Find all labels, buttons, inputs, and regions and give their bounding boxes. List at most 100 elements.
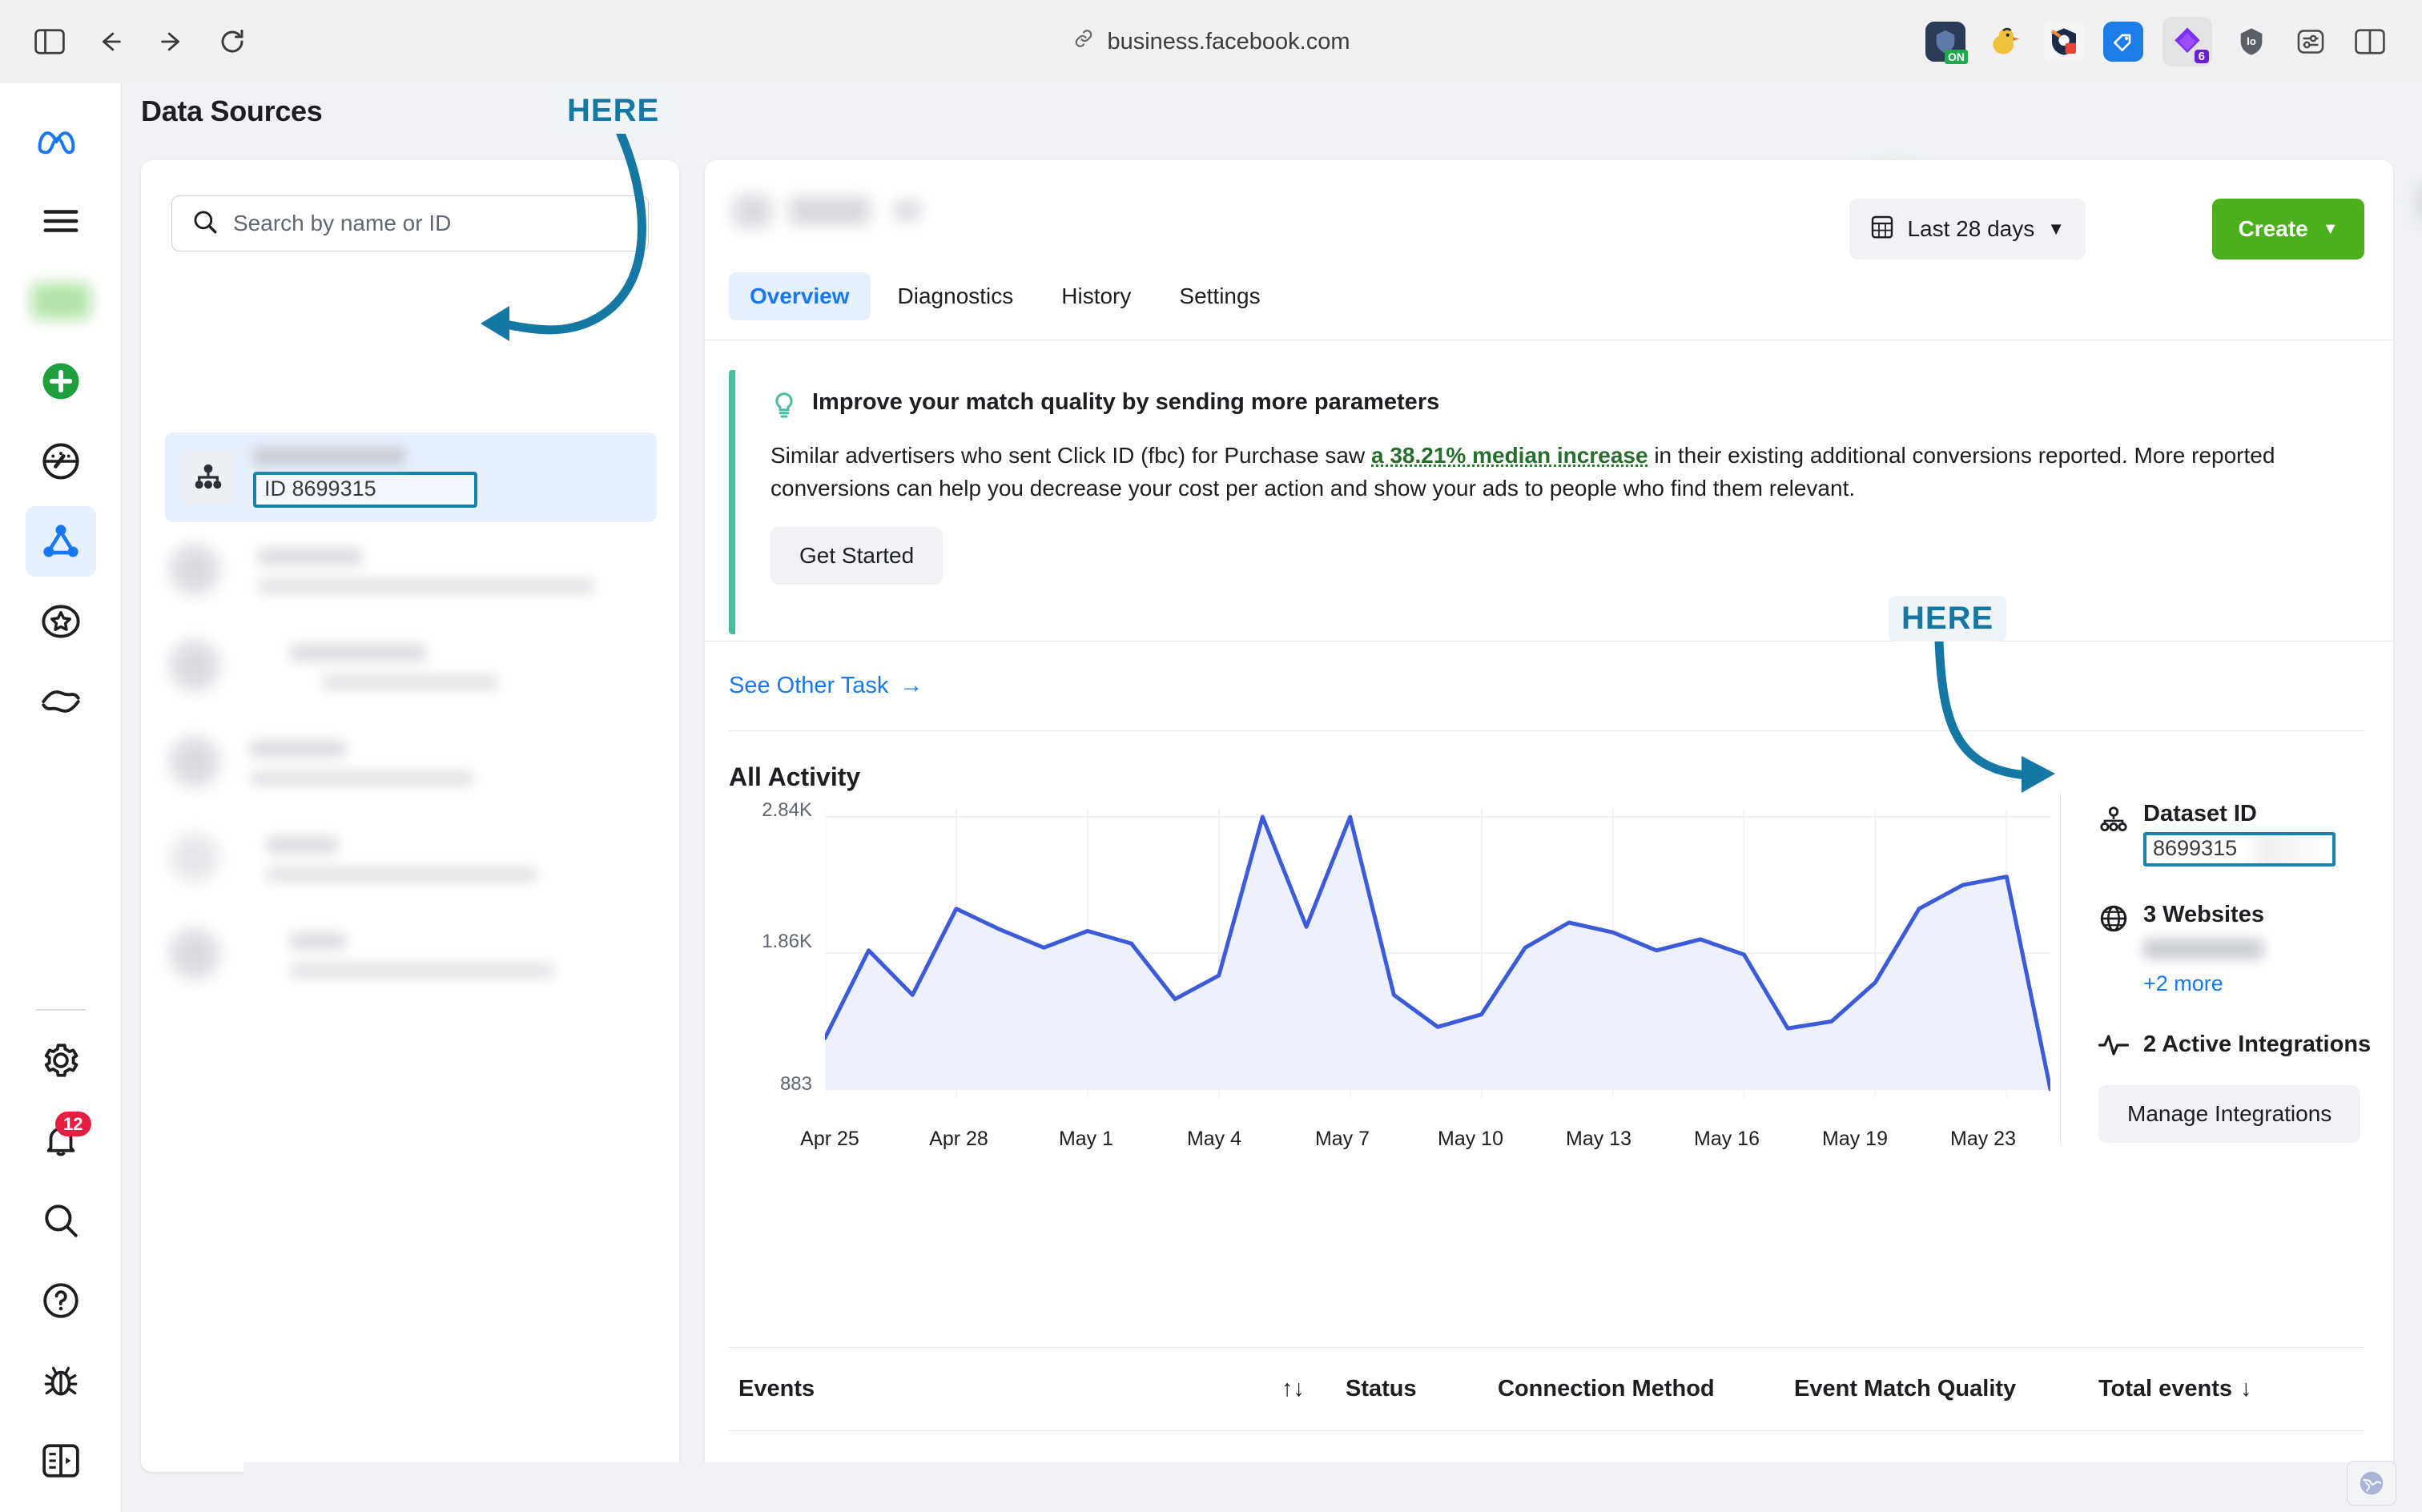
date-range-selector[interactable]: Last 28 days ▼ xyxy=(1849,199,2086,259)
business-avatar[interactable] xyxy=(26,266,96,336)
list-item[interactable] xyxy=(170,737,650,826)
tab-diagnostics[interactable]: Diagnostics xyxy=(877,272,1035,320)
table-header: Events ↑↓ Status Connection Method Event… xyxy=(729,1361,2364,1430)
x-tick-7: May 16 xyxy=(1694,1128,1760,1150)
search-icon[interactable] xyxy=(26,1185,96,1256)
globe-icon xyxy=(2098,903,2129,938)
business-avatar-blur xyxy=(30,283,91,320)
tab-overview[interactable]: Overview xyxy=(729,272,871,320)
list-item[interactable] xyxy=(170,641,650,730)
website-name-blurred xyxy=(2143,939,2263,959)
websites-more-link[interactable]: +2 more xyxy=(2143,971,2264,996)
col-events: Events xyxy=(738,1376,815,1401)
promo-body: Similar advertisers who sent Click ID (f… xyxy=(770,440,2292,505)
get-started-button[interactable]: Get Started xyxy=(770,527,943,585)
privacy-blocker-extension-icon[interactable] xyxy=(2044,22,2084,62)
table-top-divider xyxy=(729,1347,2364,1348)
url-text: business.facebook.com xyxy=(1107,28,1350,54)
split-view-icon[interactable] xyxy=(2350,22,2390,62)
annotation-label-left: HERE xyxy=(554,88,673,134)
grammar-extension-wrapper[interactable]: 6 xyxy=(2162,17,2212,66)
create-button[interactable]: Create ▼ xyxy=(2212,199,2364,259)
search-placeholder: Search by name or ID xyxy=(233,211,452,235)
ads-manager-icon[interactable] xyxy=(26,426,96,497)
annotation-label-right: HERE xyxy=(1889,596,2007,641)
col-connection-method: Connection Method xyxy=(1498,1376,1715,1401)
nordvpn-extension-icon[interactable]: ON xyxy=(1925,22,1968,64)
sort-events-icon[interactable]: ↑↓ xyxy=(1281,1376,1305,1402)
svg-text:lo: lo xyxy=(2247,35,2256,47)
bell-icon[interactable]: 12 xyxy=(26,1105,96,1176)
x-tick-1: Apr 28 xyxy=(929,1128,988,1150)
all-activity-title: All Activity xyxy=(729,762,861,791)
grammar-count-badge: 6 xyxy=(2194,50,2209,63)
menu-hamburger-icon[interactable] xyxy=(26,186,96,256)
reload-icon[interactable] xyxy=(210,19,255,64)
window-bottom-bar xyxy=(243,1461,2422,1512)
activity-chart: 2.84K 1.86K 883 Apr 25 Apr 28 May 1 May … xyxy=(729,799,2050,1150)
list-item[interactable] xyxy=(170,929,650,1019)
activity-pulse-icon xyxy=(2098,1033,2129,1061)
star-icon[interactable] xyxy=(26,586,96,657)
collapse-panel-icon[interactable] xyxy=(26,1426,96,1496)
settings-sliders-extension-icon[interactable] xyxy=(2291,22,2331,62)
link-icon xyxy=(1072,26,1096,57)
dataset-info-column: Dataset ID 8699315 3 Websites +2 more 2 … xyxy=(2098,801,2393,1143)
globe-status-icon[interactable] xyxy=(2347,1461,2396,1506)
dataset-id-inline: ID 8699315 xyxy=(253,471,477,508)
partnerships-icon[interactable] xyxy=(26,666,96,737)
tag-assistant-extension-icon[interactable] xyxy=(2103,22,2143,62)
x-tick-5: May 10 xyxy=(1438,1128,1503,1150)
content-area: Data Sources Search by name or ID ID 869… xyxy=(122,83,2422,1512)
help-icon[interactable] xyxy=(26,1265,96,1336)
forward-icon[interactable] xyxy=(149,19,194,64)
date-range-label: Last 28 days xyxy=(1907,216,2035,241)
nordvpn-on-badge: ON xyxy=(1945,50,1968,64)
back-icon[interactable] xyxy=(88,19,133,64)
tab-history[interactable]: History xyxy=(1040,272,1152,320)
panel-divider xyxy=(2060,793,2061,1145)
sort-total-icon: ↓ xyxy=(2240,1376,2252,1401)
dataset-title-blurred xyxy=(734,189,942,234)
x-tick-9: May 23 xyxy=(1950,1128,2016,1150)
search-input[interactable]: Search by name or ID xyxy=(171,195,649,251)
page-title: Data Sources xyxy=(141,94,323,127)
dataset-id-value[interactable]: 8699315 xyxy=(2143,832,2336,867)
chevron-down-icon: ▼ xyxy=(2047,219,2065,239)
see-other-task-link[interactable]: See Other Task → xyxy=(729,673,923,699)
list-item-selected[interactable]: ID 8699315 xyxy=(165,432,657,522)
dataset-detail-panel: Last 28 days ▼ Create ▼ Overview Diagnos… xyxy=(705,160,2393,1472)
dataset-id-label: Dataset ID xyxy=(2143,801,2257,826)
y-tick-top: 2.84K xyxy=(762,799,812,821)
col-total-events[interactable]: Total events ↓ xyxy=(2098,1376,2252,1402)
meta-logo-icon[interactable] xyxy=(26,106,96,176)
list-item[interactable] xyxy=(170,545,650,634)
manage-integrations-button[interactable]: Manage Integrations xyxy=(2098,1085,2361,1143)
dataset-name-blurred xyxy=(253,447,405,465)
shield-extension-icon[interactable]: lo xyxy=(2231,22,2271,62)
promo-banner: Improve your match quality by sending mo… xyxy=(729,370,2364,634)
create-plus-icon[interactable] xyxy=(26,346,96,416)
tab-bar: Overview Diagnostics History Settings xyxy=(729,272,1281,320)
x-tick-8: May 19 xyxy=(1822,1128,1888,1150)
sidebar-item-data-sources[interactable] xyxy=(25,506,96,577)
list-item[interactable] xyxy=(170,833,650,923)
left-nav-rail: 12 xyxy=(0,83,122,1512)
gear-icon[interactable] xyxy=(26,1025,96,1096)
promo-stat-link[interactable]: a 38.21% median increase xyxy=(1371,443,1648,468)
tab-settings[interactable]: Settings xyxy=(1158,272,1281,320)
bug-icon[interactable] xyxy=(26,1345,96,1416)
dataset-id-row: Dataset ID 8699315 xyxy=(2098,801,2393,867)
calendar-icon xyxy=(1870,214,1894,245)
activity-divider xyxy=(729,730,2364,731)
sidebar-toggle-icon[interactable] xyxy=(27,19,72,64)
duck-duckgo-extension-icon[interactable] xyxy=(1985,22,2025,62)
notification-badge: 12 xyxy=(55,1112,91,1137)
x-tick-4: May 7 xyxy=(1314,1128,1370,1150)
websites-label: 3 Websites xyxy=(2143,902,2264,927)
y-tick-bottom: 883 xyxy=(779,1073,812,1095)
integrations-label: 2 Active Integrations xyxy=(2143,1031,2372,1057)
x-tick-3: May 4 xyxy=(1186,1128,1242,1150)
chart-plot xyxy=(825,809,2050,1097)
grammar-extension-icon[interactable]: 6 xyxy=(2167,22,2209,63)
